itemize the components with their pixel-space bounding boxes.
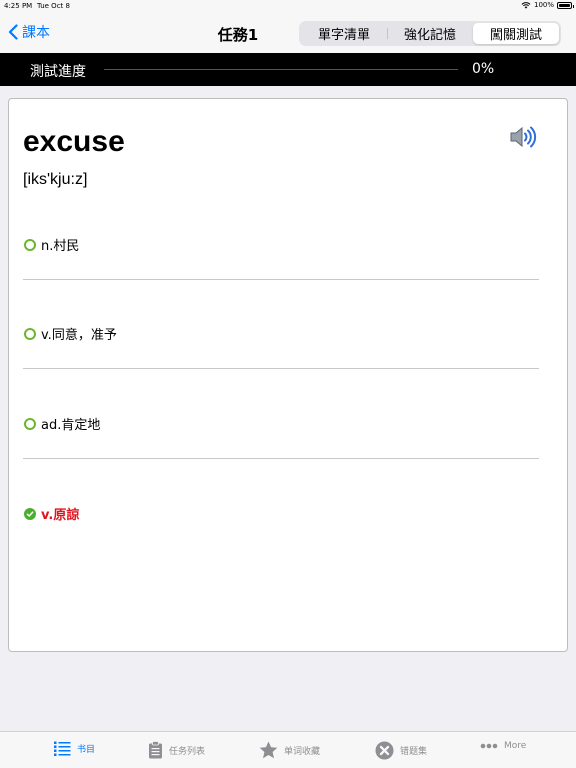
progress-label: 測試進度 <box>30 64 86 80</box>
answer-option[interactable]: n.村民 <box>23 235 539 325</box>
tab-word-favorites[interactable]: 单词收藏 <box>259 741 320 759</box>
checkmark-icon <box>24 507 36 520</box>
x-circle-icon <box>375 741 394 760</box>
answer-option-row: n.村民 <box>24 235 79 254</box>
tab-more[interactable]: More <box>480 741 526 751</box>
progress-track <box>104 69 458 70</box>
page-title: 任務1 <box>217 26 259 44</box>
tab-label: 错题集 <box>400 747 428 757</box>
list-icon <box>54 741 71 756</box>
battery-icon <box>557 1 574 9</box>
answer-option-row: v.同意，准予 <box>24 324 117 343</box>
answer-option[interactable]: v.同意，准予 <box>23 324 539 414</box>
wifi-icon <box>521 1 531 9</box>
segmented-control: 單字清單 強化記憶 闖關測試 <box>299 21 561 46</box>
segment-reinforce-memory[interactable]: 強化記憶 <box>387 23 473 44</box>
vocabulary-word: excuse <box>23 125 125 158</box>
answer-option-text: v.同意，准予 <box>41 328 117 343</box>
tab-label: More <box>504 741 527 751</box>
answer-option-text: ad.肯定地 <box>41 418 101 433</box>
back-button[interactable]: 課本 <box>8 22 50 42</box>
answer-option-row: ad.肯定地 <box>24 414 100 433</box>
divider <box>23 458 539 459</box>
tab-book-list[interactable]: 书目 <box>54 741 95 756</box>
clipboard-icon <box>149 741 162 759</box>
answer-option-text: v.原諒 <box>41 508 80 523</box>
star-icon <box>259 741 278 759</box>
radio-circle-icon <box>24 417 36 430</box>
tab-label: 单词收藏 <box>284 746 321 757</box>
answer-option-correct[interactable]: v.原諒 <box>23 504 539 594</box>
divider <box>23 279 539 280</box>
phonetic-transcription: [iks'kju:z] <box>23 171 88 188</box>
answer-option-text: n.村民 <box>41 239 80 254</box>
status-time: 4:25 PM <box>4 2 33 10</box>
more-icon <box>480 743 498 749</box>
status-bar: 4:25 PM Tue Oct 8 100% <box>0 0 576 12</box>
radio-circle-icon <box>24 327 36 340</box>
nav-bar: 課本 任務1 單字清單 強化記憶 闖關測試 <box>0 12 576 53</box>
status-right: 100% <box>521 1 574 9</box>
tab-label: 任务列表 <box>169 746 206 757</box>
battery-percent: 100% <box>533 1 554 9</box>
status-date: Tue Oct 8 <box>37 2 70 10</box>
segment-word-list[interactable]: 單字清單 <box>301 23 387 44</box>
tab-bar: 书目 任务列表 单词收藏 错题集 More <box>0 731 576 768</box>
back-label: 課本 <box>22 25 50 41</box>
divider <box>23 368 539 369</box>
test-progress-bar: 測試進度 0% <box>0 53 576 86</box>
segment-challenge-test[interactable]: 闖關測試 <box>473 23 559 44</box>
speaker-icon[interactable] <box>509 125 539 149</box>
radio-circle-icon <box>24 238 36 251</box>
answer-option-row: v.原諒 <box>24 504 79 523</box>
progress-value: 0% <box>472 61 495 77</box>
answer-option[interactable]: ad.肯定地 <box>23 414 539 504</box>
chevron-left-icon <box>8 24 18 40</box>
quiz-card: excuse [iks'kju:z] n.村民 v.同意，准予 ad.肯定地 v… <box>8 98 568 652</box>
tab-label: 书目 <box>77 745 96 755</box>
tab-task-list[interactable]: 任务列表 <box>148 741 205 759</box>
tab-wrong-questions[interactable]: 错题集 <box>375 741 427 760</box>
